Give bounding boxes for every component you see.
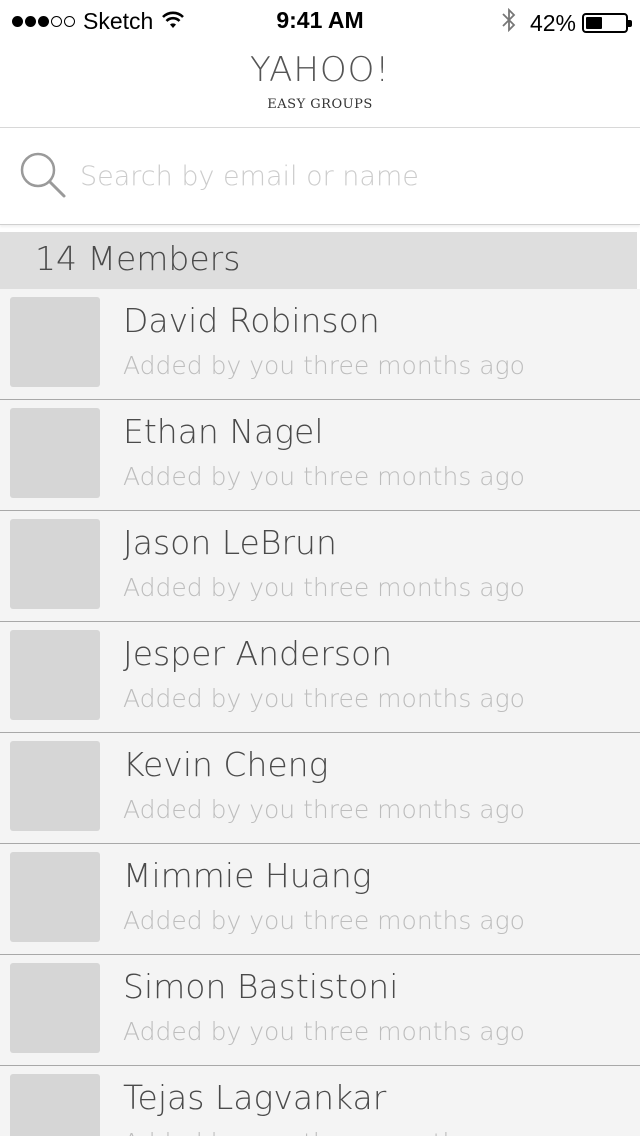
member-name: David Robinson [123, 301, 380, 340]
member-added-info: Added by you three months ago [123, 1128, 525, 1136]
search-icon [18, 150, 68, 200]
app-header: YAHOO! EASY GROUPS [0, 40, 640, 128]
status-right: 42% [502, 7, 632, 38]
member-added-info: Added by you three months ago [123, 684, 525, 713]
avatar [10, 630, 100, 720]
avatar [10, 519, 100, 609]
status-bar: Sketch 9:41 AM 42% [0, 0, 640, 40]
member-name: Ethan Nagel [123, 412, 324, 451]
member-row[interactable]: Jesper Anderson Added by you three month… [0, 622, 640, 733]
battery-tip [628, 20, 632, 27]
member-row[interactable]: Ethan Nagel Added by you three months ag… [0, 400, 640, 511]
member-added-info: Added by you three months ago [123, 462, 525, 491]
member-row[interactable]: David Robinson Added by you three months… [0, 289, 640, 400]
member-added-info: Added by you three months ago [123, 351, 525, 380]
member-row[interactable]: Jason LeBrun Added by you three months a… [0, 511, 640, 622]
app-subtitle: EASY GROUPS [267, 97, 373, 112]
battery-fill [586, 17, 602, 29]
member-row[interactable]: Simon Bastistoni Added by you three mont… [0, 955, 640, 1066]
members-section-header: 14 Members [0, 232, 637, 289]
member-name: Jesper Anderson [123, 634, 393, 673]
member-name: Simon Bastistoni [123, 967, 399, 1006]
search-bar [0, 128, 640, 225]
app-title: YAHOO! [249, 50, 391, 90]
member-added-info: Added by you three months ago [123, 795, 525, 824]
avatar [10, 741, 100, 831]
member-added-info: Added by you three months ago [123, 906, 525, 935]
avatar [10, 297, 100, 387]
member-name: Tejas Lagvankar [123, 1078, 387, 1117]
member-list[interactable]: David Robinson Added by you three months… [0, 289, 640, 1136]
search-input[interactable] [80, 154, 610, 198]
member-row[interactable]: Tejas Lagvankar Added by you three month… [0, 1066, 640, 1136]
battery-icon [582, 13, 632, 33]
member-name: Kevin Cheng [123, 745, 329, 784]
member-name: Mimmie Huang [123, 856, 372, 895]
avatar [10, 408, 100, 498]
member-added-info: Added by you three months ago [123, 573, 525, 602]
members-count-title: 14 Members [35, 239, 241, 278]
avatar [10, 852, 100, 942]
member-row[interactable]: Mimmie Huang Added by you three months a… [0, 844, 640, 955]
avatar [10, 963, 100, 1053]
member-added-info: Added by you three months ago [123, 1017, 525, 1046]
avatar [10, 1074, 100, 1136]
member-row[interactable]: Kevin Cheng Added by you three months ag… [0, 733, 640, 844]
bluetooth-icon [502, 7, 516, 38]
member-name: Jason LeBrun [123, 523, 337, 562]
battery-percent: 42% [529, 9, 576, 36]
